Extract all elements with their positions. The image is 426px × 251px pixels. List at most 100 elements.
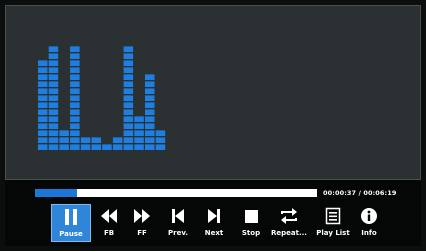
equalizer-block xyxy=(112,137,123,143)
equalizer-column xyxy=(59,130,69,150)
equalizer-block xyxy=(48,95,59,101)
equalizer-block xyxy=(59,130,69,136)
equalizer-block xyxy=(145,123,155,129)
playlist-label: Play List xyxy=(316,229,350,237)
equalizer-block xyxy=(70,74,80,80)
info-label: Info xyxy=(361,229,377,237)
equalizer-block xyxy=(70,144,80,150)
next-icon xyxy=(208,206,220,226)
equalizer-block xyxy=(145,102,155,108)
pause-label: Pause xyxy=(59,230,83,238)
equalizer-block xyxy=(38,144,48,150)
equalizer-block xyxy=(123,95,134,101)
equalizer-block xyxy=(134,130,144,136)
equalizer-block xyxy=(48,123,59,129)
fast-forward-button[interactable]: FF xyxy=(130,204,154,242)
stop-label: Stop xyxy=(241,229,261,237)
equalizer-block xyxy=(38,109,48,115)
equalizer-block xyxy=(48,81,59,87)
equalizer-block xyxy=(145,144,155,150)
equalizer-block xyxy=(48,130,59,136)
equalizer-block xyxy=(145,74,155,80)
equalizer-block xyxy=(123,137,134,143)
previous-button[interactable]: Prev. xyxy=(165,204,191,242)
previous-icon xyxy=(172,206,184,226)
equalizer-block xyxy=(48,46,59,52)
equalizer-block xyxy=(145,130,155,136)
repeat-icon xyxy=(280,206,298,226)
equalizer-block xyxy=(70,123,80,129)
equalizer-block xyxy=(123,60,134,66)
equalizer-block xyxy=(48,109,59,115)
equalizer-block xyxy=(145,109,155,115)
equalizer-block xyxy=(123,116,134,122)
pause-button[interactable]: Pause xyxy=(51,204,91,242)
equalizer-block xyxy=(38,116,48,122)
stop-button[interactable]: Stop xyxy=(239,204,263,242)
equalizer-column xyxy=(134,116,144,150)
equalizer-block xyxy=(91,144,101,150)
fast-backward-button[interactable]: FB xyxy=(97,204,121,242)
equalizer-block xyxy=(134,116,144,122)
equalizer-block xyxy=(80,137,91,143)
pause-icon xyxy=(64,207,78,227)
progress-fill xyxy=(35,189,77,197)
fast-backward-label: FB xyxy=(103,229,115,237)
progress-bar[interactable] xyxy=(35,189,317,197)
equalizer-block xyxy=(155,130,166,136)
equalizer-block xyxy=(38,130,48,136)
equalizer-graphic xyxy=(38,46,166,150)
equalizer-block xyxy=(70,60,80,66)
equalizer-block xyxy=(123,74,134,80)
equalizer-block xyxy=(48,88,59,94)
equalizer-block xyxy=(70,109,80,115)
equalizer-block xyxy=(70,137,80,143)
equalizer-visualizer xyxy=(38,42,168,152)
info-icon xyxy=(361,206,377,226)
equalizer-block xyxy=(48,60,59,66)
equalizer-column xyxy=(80,137,91,150)
equalizer-block xyxy=(145,88,155,94)
video-area[interactable] xyxy=(5,5,421,180)
equalizer-block xyxy=(102,144,112,150)
fast-backward-icon xyxy=(101,206,117,226)
fast-forward-label: FF xyxy=(137,229,147,237)
equalizer-block xyxy=(48,74,59,80)
equalizer-block xyxy=(123,123,134,129)
info-button[interactable]: Info xyxy=(357,204,381,242)
equalizer-column xyxy=(48,46,59,150)
repeat-button[interactable]: Repeat... xyxy=(271,204,307,242)
equalizer-block xyxy=(70,46,80,52)
equalizer-column xyxy=(70,46,80,150)
equalizer-column xyxy=(123,46,134,150)
equalizer-block xyxy=(70,130,80,136)
equalizer-block xyxy=(123,102,134,108)
equalizer-block xyxy=(38,67,48,73)
time-display: 00:00:37 / 00:06:19 xyxy=(323,189,397,197)
equalizer-block xyxy=(123,53,134,59)
equalizer-block xyxy=(123,81,134,87)
equalizer-column xyxy=(91,137,101,150)
equalizer-block xyxy=(155,144,166,150)
equalizer-block xyxy=(48,67,59,73)
equalizer-block xyxy=(145,116,155,122)
equalizer-block xyxy=(70,102,80,108)
next-button[interactable]: Next xyxy=(202,204,226,242)
equalizer-block xyxy=(48,102,59,108)
repeat-label: Repeat... xyxy=(271,229,307,237)
equalizer-block xyxy=(134,144,144,150)
equalizer-block xyxy=(70,95,80,101)
equalizer-block xyxy=(91,137,101,143)
equalizer-column xyxy=(38,60,48,150)
equalizer-block xyxy=(38,81,48,87)
playlist-button[interactable]: Play List xyxy=(313,204,353,242)
equalizer-column xyxy=(145,74,155,150)
equalizer-block xyxy=(38,95,48,101)
equalizer-block xyxy=(112,144,123,150)
equalizer-block xyxy=(38,74,48,80)
equalizer-block xyxy=(48,144,59,150)
equalizer-block xyxy=(70,67,80,73)
equalizer-block xyxy=(145,137,155,143)
equalizer-column xyxy=(112,137,123,150)
equalizer-block xyxy=(48,116,59,122)
